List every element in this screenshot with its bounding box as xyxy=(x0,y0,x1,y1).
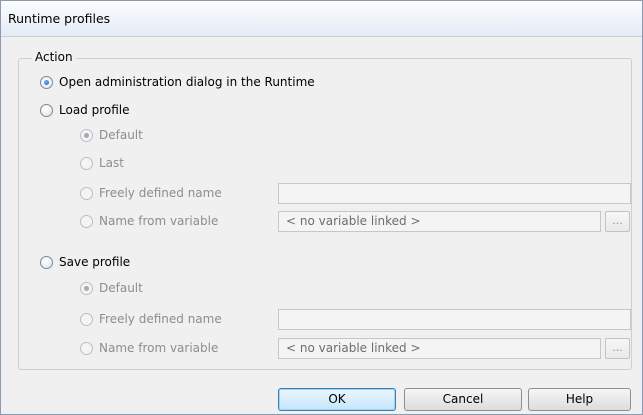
load-freely-name-input[interactable] xyxy=(278,183,631,204)
radio-open-admin-dialog[interactable]: Open administration dialog in the Runtim… xyxy=(40,73,315,91)
radio-load-last-label: Last xyxy=(99,156,124,170)
radio-indicator xyxy=(80,214,93,228)
radio-load-profile[interactable]: Load profile xyxy=(40,101,130,119)
action-group-legend: Action xyxy=(32,50,76,64)
radio-indicator xyxy=(80,312,93,326)
radio-indicator xyxy=(40,75,53,89)
radio-load-variable-label: Name from variable xyxy=(99,214,219,228)
save-variable-field[interactable]: < no variable linked > xyxy=(278,338,601,359)
radio-indicator xyxy=(80,156,93,170)
cancel-button[interactable]: Cancel xyxy=(404,388,522,411)
radio-indicator xyxy=(40,255,53,269)
radio-save-freely-label: Freely defined name xyxy=(99,312,222,326)
radio-save-profile[interactable]: Save profile xyxy=(40,253,130,271)
radio-load-name-from-variable[interactable]: Name from variable xyxy=(80,212,218,230)
radio-save-variable-label: Name from variable xyxy=(99,341,219,355)
radio-load-default[interactable]: Default xyxy=(80,126,143,144)
radio-save-default-label: Default xyxy=(99,281,143,295)
radio-indicator xyxy=(40,103,53,117)
radio-load-freely-defined[interactable]: Freely defined name xyxy=(80,184,222,202)
radio-save-freely-defined[interactable]: Freely defined name xyxy=(80,310,222,328)
help-button[interactable]: Help xyxy=(528,388,631,411)
radio-load-profile-label: Load profile xyxy=(59,103,130,117)
load-variable-browse-button[interactable]: ... xyxy=(605,211,630,232)
save-freely-name-input[interactable] xyxy=(278,309,631,330)
title-bar: Runtime profiles xyxy=(1,1,642,37)
radio-save-name-from-variable[interactable]: Name from variable xyxy=(80,339,218,357)
radio-indicator xyxy=(80,281,93,295)
save-variable-browse-button[interactable]: ... xyxy=(605,338,630,359)
radio-load-last[interactable]: Last xyxy=(80,154,124,172)
radio-load-default-label: Default xyxy=(99,128,143,142)
radio-indicator xyxy=(80,186,93,200)
ok-button[interactable]: OK xyxy=(278,388,396,411)
radio-save-default[interactable]: Default xyxy=(80,279,143,297)
radio-indicator xyxy=(80,128,93,142)
load-variable-field[interactable]: < no variable linked > xyxy=(278,211,601,232)
radio-load-freely-label: Freely defined name xyxy=(99,186,222,200)
radio-open-admin-label: Open administration dialog in the Runtim… xyxy=(59,75,315,89)
radio-save-profile-label: Save profile xyxy=(59,255,131,269)
runtime-profiles-dialog: Runtime profiles Action Open administrat… xyxy=(0,0,643,415)
dialog-title: Runtime profiles xyxy=(8,11,111,26)
radio-indicator xyxy=(80,341,93,355)
